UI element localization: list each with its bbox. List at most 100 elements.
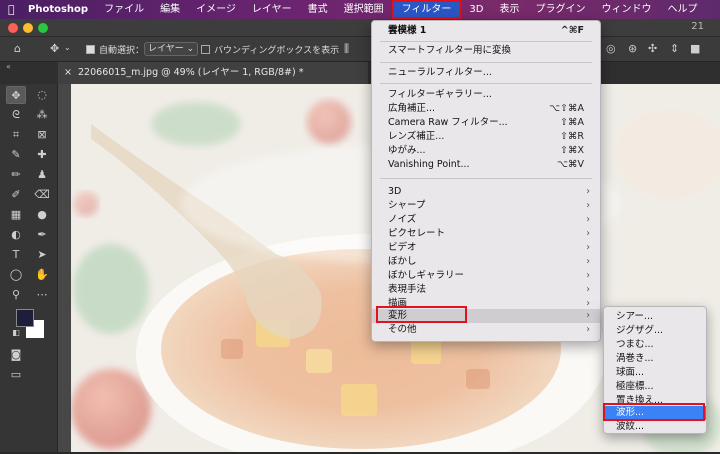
- chevron-right-icon: ›: [586, 186, 590, 197]
- distort-spherize[interactable]: 球面...: [604, 366, 706, 380]
- filter-menu-lens-correction[interactable]: レンズ補正... ⇧⌘R: [372, 130, 600, 144]
- menu-item-label: ノイズ: [388, 214, 417, 225]
- filter-group-pixelate[interactable]: ピクセレート ›: [372, 227, 600, 241]
- chevron-right-icon: ›: [586, 310, 590, 321]
- auto-select-checkbox[interactable]: [86, 45, 95, 54]
- menu-item-label: Vanishing Point...: [388, 159, 470, 170]
- distort-twirl[interactable]: 渦巻き...: [604, 352, 706, 366]
- ellipse-tool-icon[interactable]: ◯: [6, 266, 26, 284]
- path-selection-tool-icon[interactable]: ➤: [32, 246, 52, 264]
- menu-3d[interactable]: 3D: [461, 0, 491, 19]
- quick-mask-icon[interactable]: ◙: [6, 346, 26, 364]
- bounding-box-checkbox[interactable]: [201, 45, 210, 54]
- slide-3d-icon[interactable]: ⇕: [670, 42, 679, 55]
- chevron-right-icon: ›: [586, 214, 590, 225]
- chevron-right-icon: ›: [586, 228, 590, 239]
- more-tools-icon[interactable]: ⋯: [32, 286, 52, 304]
- marquee-tool-icon[interactable]: ◌: [32, 86, 52, 104]
- menu-item-label: 雲模様 1: [388, 25, 427, 36]
- dodge-tool-icon[interactable]: ◐: [6, 226, 26, 244]
- menu-item-label: ニューラルフィルター...: [388, 67, 492, 78]
- close-tab-icon[interactable]: ×: [64, 67, 72, 78]
- filter-menu-vanishing-point[interactable]: Vanishing Point... ⌥⌘V: [372, 158, 600, 172]
- filter-menu-liquify[interactable]: ゆがみ... ⇧⌘X: [372, 144, 600, 158]
- menu-item-shortcut: ⌥⌘V: [557, 159, 584, 170]
- app-menu[interactable]: Photoshop: [22, 0, 96, 19]
- filter-menu-convert-smart[interactable]: スマートフィルター用に変換: [372, 44, 600, 58]
- move-tool-icon[interactable]: ✥: [50, 42, 59, 55]
- auto-select-dropdown[interactable]: レイヤー ⌄: [144, 42, 199, 56]
- filter-group-other[interactable]: その他 ›: [372, 323, 600, 337]
- menu-item-label: ピクセレート: [388, 228, 446, 239]
- distort-ripple[interactable]: 波紋...: [604, 420, 706, 434]
- filter-group-noise[interactable]: ノイズ ›: [372, 213, 600, 227]
- filter-group-3d[interactable]: 3D ›: [372, 185, 600, 199]
- menu-filter[interactable]: フィルター: [391, 0, 462, 19]
- stamp-tool-icon[interactable]: ♟: [32, 166, 52, 184]
- roll-3d-icon[interactable]: ⊛: [628, 42, 637, 55]
- screen-mode-icon[interactable]: ▭: [6, 366, 26, 384]
- camera-3d-icon[interactable]: ■: [690, 42, 700, 55]
- lasso-tool-icon[interactable]: ᘓ: [6, 106, 26, 124]
- magic-wand-tool-icon[interactable]: ⁂: [32, 106, 52, 124]
- filter-menu-gallery[interactable]: フィルターギャラリー...: [372, 88, 600, 102]
- history-brush-tool-icon[interactable]: ✐: [6, 186, 26, 204]
- orbit-3d-icon[interactable]: ◎: [606, 42, 616, 55]
- filter-menu-neural[interactable]: ニューラルフィルター...: [372, 66, 600, 80]
- healing-brush-tool-icon[interactable]: ✚: [32, 146, 52, 164]
- default-colors-icon[interactable]: ◧: [6, 324, 26, 342]
- menu-item-label: Camera Raw フィルター...: [388, 117, 508, 128]
- menu-item-label: その他: [388, 324, 417, 335]
- distort-polar-coordinates[interactable]: 極座標...: [604, 380, 706, 394]
- menu-file[interactable]: ファイル: [96, 0, 152, 19]
- menu-type[interactable]: 書式: [300, 0, 336, 19]
- menu-window[interactable]: ウィンドウ: [593, 0, 659, 19]
- filter-group-stylize[interactable]: 表現手法 ›: [372, 283, 600, 297]
- zoom-window-button[interactable]: [38, 23, 48, 33]
- menu-item-label: ぼかしギャラリー: [388, 270, 465, 281]
- filter-group-blur-gallery[interactable]: ぼかしギャラリー ›: [372, 269, 600, 283]
- pan-3d-icon[interactable]: ✣: [648, 42, 657, 55]
- distort-pinch[interactable]: つまむ...: [604, 338, 706, 352]
- eraser-tool-icon[interactable]: ⌫: [32, 186, 52, 204]
- align-icon[interactable]: ⫼: [344, 42, 349, 56]
- filter-menu-last-filter[interactable]: 雲模様 1 ^⌘F: [372, 24, 600, 38]
- filter-group-blur[interactable]: ぼかし ›: [372, 255, 600, 269]
- type-tool-icon[interactable]: T: [6, 246, 26, 264]
- filter-menu-adaptive-wide-angle[interactable]: 広角補正... ⌥⇧⌘A: [372, 102, 600, 116]
- minimize-window-button[interactable]: [23, 23, 33, 33]
- menu-select[interactable]: 選択範囲: [336, 0, 392, 19]
- menu-edit[interactable]: 編集: [152, 0, 188, 19]
- menu-item-label: ビデオ: [388, 242, 417, 253]
- filter-group-sharpen[interactable]: シャープ ›: [372, 199, 600, 213]
- menu-help[interactable]: ヘルプ: [659, 0, 705, 19]
- brush-tool-icon[interactable]: ✏: [6, 166, 26, 184]
- zoom-tool-icon[interactable]: ⚲: [6, 286, 26, 304]
- chevron-down-icon[interactable]: ⌄: [64, 43, 71, 52]
- filter-menu-camera-raw[interactable]: Camera Raw フィルター... ⇧⌘A: [372, 116, 600, 130]
- menu-layer[interactable]: レイヤー: [244, 0, 300, 19]
- distort-shear[interactable]: シアー...: [604, 310, 706, 324]
- frame-tool-icon[interactable]: ⊠: [32, 126, 52, 144]
- move-tool-icon[interactable]: ✥: [6, 86, 26, 104]
- menu-view[interactable]: 表示: [491, 0, 527, 19]
- eyedropper-tool-icon[interactable]: ✎: [6, 146, 26, 164]
- filter-menu: 雲模様 1 ^⌘F スマートフィルター用に変換 ニューラルフィルター... フィル…: [371, 20, 601, 342]
- distort-highlight-box: [376, 306, 467, 323]
- chevron-right-icon: ›: [586, 242, 590, 253]
- menu-image[interactable]: イメージ: [188, 0, 244, 19]
- pen-tool-icon[interactable]: ✒: [32, 226, 52, 244]
- home-icon[interactable]: ⌂: [14, 42, 21, 55]
- crop-tool-icon[interactable]: ⌗: [6, 126, 26, 144]
- hand-tool-icon[interactable]: ✋: [32, 266, 52, 284]
- apple-icon[interactable]: : [8, 3, 22, 16]
- collapse-panel-icon[interactable]: «: [6, 62, 11, 71]
- document-tab[interactable]: × 22066015_m.jpg @ 49% (レイヤー 1, RGB/8#) …: [58, 62, 368, 84]
- close-window-button[interactable]: [8, 23, 18, 33]
- menu-plugins[interactable]: プラグイン: [527, 0, 593, 19]
- filter-group-video[interactable]: ビデオ ›: [372, 241, 600, 255]
- gradient-tool-icon[interactable]: ▦: [6, 206, 26, 224]
- menu-item-label: ゆがみ...: [388, 145, 426, 156]
- blur-tool-icon[interactable]: ●: [32, 206, 52, 224]
- distort-zigzag[interactable]: ジグザグ...: [604, 324, 706, 338]
